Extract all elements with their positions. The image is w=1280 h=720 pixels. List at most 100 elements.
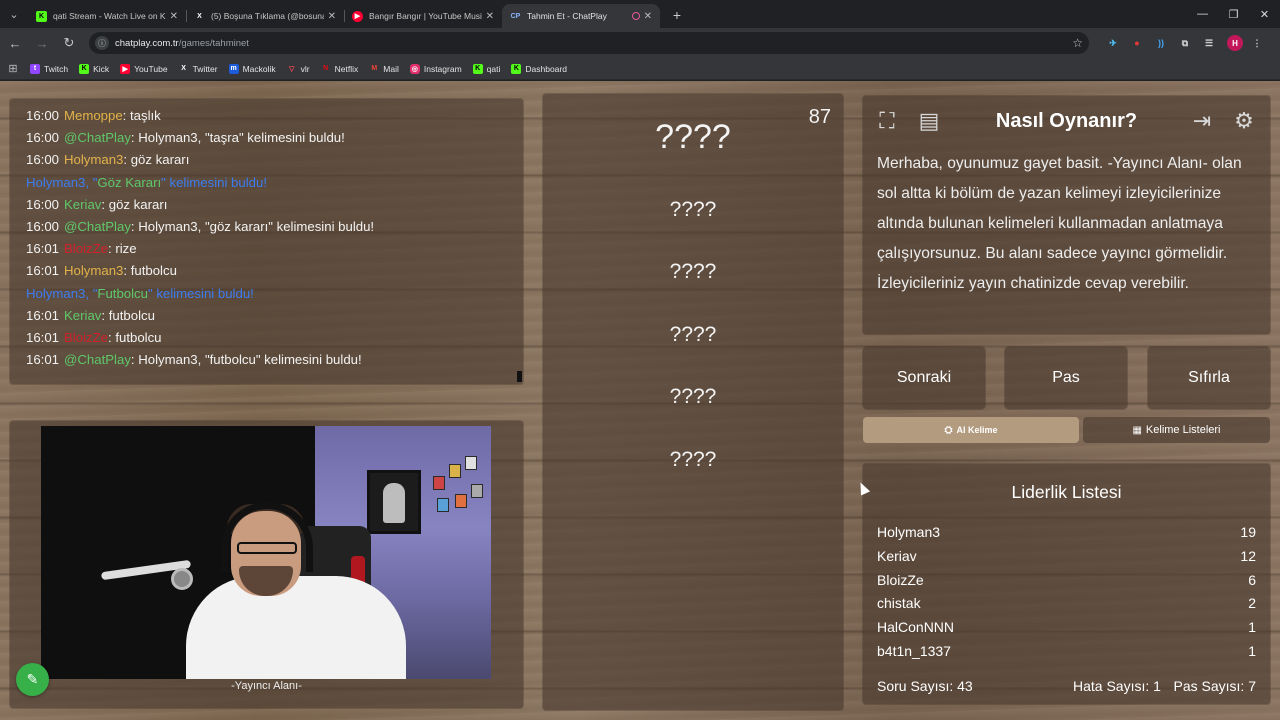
url-host: chatplay.com.tr — [115, 37, 179, 49]
how-to-play-text: Merhaba, oyunumuz gayet basit. -Yayıncı … — [877, 155, 1242, 292]
address-bar[interactable]: ⓘ chatplay.com.tr/games/tahminet ☆ — [89, 32, 1089, 54]
close-tab-icon[interactable]: ✕ — [328, 11, 336, 22]
bookmark-star-icon[interactable]: ☆ — [1072, 36, 1083, 50]
bookmark-qati[interactable]: Kqati — [472, 63, 500, 74]
chat-user: @ChatPlay — [64, 218, 131, 234]
logout-icon[interactable]: ⇥ — [1187, 106, 1217, 136]
close-tab-icon[interactable]: ✕ — [170, 11, 178, 22]
chat-user: @ChatPlay — [64, 352, 131, 368]
poster — [455, 494, 467, 508]
bookmark-label: Kick — [93, 63, 110, 74]
chat-system-message: Holyman3, "Göz Kararı" kelimesini buldu! — [26, 174, 267, 190]
forbidden-word: ???? — [669, 448, 717, 471]
close-window-icon[interactable]: ✕ — [1249, 0, 1280, 28]
pencil-icon: ✎ — [26, 671, 39, 687]
apps-grid-icon[interactable]: ⊞ — [6, 62, 20, 76]
reload-icon[interactable]: ↻ — [57, 31, 81, 55]
edit-pencil-button[interactable]: ✎ — [16, 663, 49, 696]
close-tab-icon[interactable]: ✕ — [644, 11, 652, 22]
tab-chatplay[interactable]: CP Tahmin Et - ChatPlay ✕ — [502, 4, 660, 28]
site-info-icon[interactable]: ⓘ — [95, 36, 109, 50]
tab-title: (5) Boşuna Tıklama (@bosunatikl... — [211, 11, 324, 21]
poster — [471, 484, 483, 498]
bookmark-label: Dashboard — [525, 63, 567, 74]
bookmark-vlr[interactable]: ▽ vlr — [287, 64, 310, 74]
new-tab-button[interactable]: + — [666, 4, 688, 26]
main-word: ???? — [655, 118, 731, 156]
chat-user: Holyman3 — [64, 152, 124, 168]
bookmark-instagram[interactable]: ◎ Instagram — [409, 63, 462, 74]
twitch-icon: t — [30, 63, 40, 74]
tab-kick[interactable]: K qati Stream - Watch Live on Kick ✕ — [28, 4, 186, 28]
reading-list-icon[interactable]: ☰ — [1199, 33, 1219, 53]
forbidden-word: ???? — [669, 385, 717, 408]
bookmark-mackolik[interactable]: m Mackolik — [228, 63, 276, 74]
record-extension-icon[interactable]: ● — [1127, 33, 1147, 53]
game-page: 16:00 Memoppe: taşlık 16:00 @ChatPlay: Hol… — [0, 81, 1280, 720]
minimize-icon[interactable]: — — [1187, 0, 1218, 28]
restore-icon[interactable]: ❐ — [1218, 0, 1249, 28]
extensions: ✈ ● )) ⧉ ☰ H ⋮ — [1103, 33, 1267, 53]
profile-avatar[interactable]: H — [1227, 35, 1243, 51]
youtube-icon: ▶ — [120, 63, 131, 74]
chat-message: 16:01 @ChatPlay: Holyman3, "futbolcu" kel… — [26, 352, 362, 368]
netflix-icon: N — [323, 65, 329, 72]
kick-icon: K — [472, 63, 483, 74]
bookmark-netflix[interactable]: N Netflix — [321, 64, 358, 74]
reset-button[interactable]: Sıfırla — [1148, 347, 1270, 409]
close-tab-icon[interactable]: ✕ — [486, 11, 494, 22]
tab-search-icon[interactable]: ⌄ — [0, 0, 28, 28]
recording-icon — [631, 12, 640, 20]
ai-word-button[interactable]: ⛭ AI Kelime — [863, 417, 1079, 443]
pass-button[interactable]: Pas — [1005, 347, 1127, 409]
forbidden-word: ???? — [669, 323, 717, 346]
leaderboard-title: Liderlik Listesi — [1011, 482, 1122, 502]
leaderboard-row: chistak 2 — [877, 595, 1256, 611]
bookmark-youtube[interactable]: ▶ YouTube — [120, 63, 168, 74]
mail-icon: M — [371, 65, 378, 72]
poster — [433, 476, 445, 490]
chat-message: 16:00 @ChatPlay: Holyman3, "taşra" kelime… — [26, 130, 345, 146]
bookmark-twitch[interactable]: t Twitch — [30, 63, 69, 74]
vlr-icon: ▽ — [288, 65, 295, 73]
translate-extension-icon[interactable]: ✈ — [1103, 33, 1123, 53]
browser-toolbar: ← → ↻ ⓘ chatplay.com.tr/games/tahminet ☆… — [0, 28, 1280, 58]
bookmark-dashboard[interactable]: K Dashboard — [511, 63, 567, 74]
leaderboard-row: HalConNNN 1 — [877, 619, 1256, 635]
browser-menu-icon[interactable]: ⋮ — [1247, 33, 1267, 53]
bookmark-label: Mail — [383, 63, 399, 74]
next-button[interactable]: Sonraki — [863, 347, 985, 409]
x-icon: X — [197, 12, 202, 20]
leaderboard-panel: Liderlik Listesi Holyman3 19 Keriav 12 Blo… — [863, 464, 1270, 704]
bookmark-label: Twitter — [192, 63, 218, 74]
question-count: Soru Sayısı: 43 — [877, 678, 973, 694]
tab-title: qati Stream - Watch Live on Kick — [53, 11, 166, 21]
chat-user: @ChatPlay — [64, 130, 131, 146]
bookmark-label: Twitch — [44, 63, 69, 74]
word-lists-button[interactable]: ▦ Kelime Listeleri — [1083, 417, 1270, 443]
kick-icon: K — [36, 10, 47, 22]
chat-system-message: Holyman3, "Futbolcu" kelimesini buldu! — [26, 285, 254, 301]
forward-icon[interactable]: → — [30, 31, 54, 55]
tab-strip: ⌄ K qati Stream - Watch Live on Kick ✕ X… — [0, 0, 1280, 28]
bookmark-twitter[interactable]: X Twitter — [179, 63, 218, 74]
gear-icon[interactable]: ⚙ — [1229, 106, 1259, 136]
tab-twitter[interactable]: X (5) Boşuna Tıklama (@bosunatikl... ✕ — [186, 4, 344, 28]
tab-youtube-music[interactable]: ▶ Bangır Bangır | YouTube Music ✕ — [344, 4, 502, 28]
back-icon[interactable]: ← — [3, 31, 27, 55]
youtube-music-icon: ▶ — [352, 10, 363, 22]
chat-message: 16:00 Keriav: göz kararı — [26, 196, 168, 212]
bookmark-kick[interactable]: K Kick — [79, 63, 110, 74]
chat-message: 16:00 Holyman3: göz kararı — [26, 152, 190, 168]
chatplay-icon: CP — [510, 12, 521, 20]
bookmark-mail[interactable]: M Mail — [369, 64, 399, 74]
audio-extension-icon[interactable]: )) — [1151, 33, 1171, 53]
extensions-puzzle-icon[interactable]: ⧉ — [1175, 33, 1195, 53]
streamer-body — [186, 576, 406, 679]
chat-user: Keriav — [64, 307, 102, 323]
chat-scrollbar[interactable] — [517, 371, 522, 382]
list-icon: ▦ — [1132, 424, 1142, 436]
leaderboard-row: BloizZe 6 — [877, 572, 1256, 588]
chat-message: 16:00 Memoppe: taşlık — [26, 108, 161, 123]
microphone — [171, 568, 193, 590]
